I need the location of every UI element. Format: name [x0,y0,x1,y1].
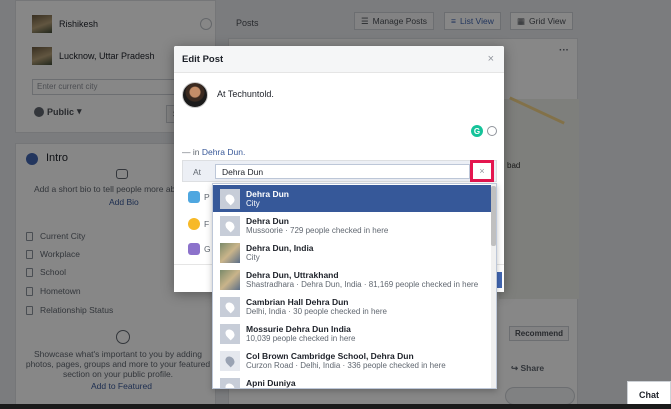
suggestion-name: Col Brown Cambridge School, Dehra Dun [246,351,414,361]
suggestion-detail: Curzon Road · Delhi, India · 336 people … [246,361,446,370]
suggestion-detail: City [246,199,260,208]
photo-icon [188,191,200,203]
dialog-title: Edit Post [182,54,224,65]
pin-icon [220,216,240,236]
suggestion-detail: City [246,253,260,262]
suggestion-item[interactable]: Col Brown Cambridge School, Dehra Dun Cur… [213,347,496,374]
tagged-location: — in Dehra Dun. [182,147,245,157]
place-photo-thumbnail [220,270,240,290]
suggestion-name: Cambrian Hall Dehra Dun [246,297,349,307]
dialog-header: Edit Post × [174,46,504,73]
suggestion-name: Dehra Dun, India [246,243,314,253]
gif-option[interactable]: G [188,243,211,255]
suggestion-item[interactable]: Cambrian Hall Dehra Dun Delhi, India · 30… [213,293,496,320]
suggestion-item[interactable]: Mossurie Dehra Dun India 10,039 people ch… [213,320,496,347]
avatar [182,82,208,108]
place-photo-thumbnail [220,243,240,263]
location-suggestions-dropdown: Dehra Dun City Dehra Dun Mussoorie · 729 p… [212,183,497,389]
location-row: At Dehra Dun [182,160,497,182]
feeling-icon [188,218,200,230]
location-search-input[interactable]: Dehra Dun [215,164,470,179]
feeling-option-label: F [204,219,210,229]
suggestion-detail: Mussoorie · 729 people checked in here [246,226,389,235]
suggestion-name: Dehra Dun [246,189,289,199]
grammarly-icon[interactable]: G [471,125,483,137]
suggestion-name: Dehra Dun [246,216,289,226]
gif-option-label: G [204,244,211,254]
at-label: At [193,167,202,177]
suggestion-item[interactable]: Apni Duniya [213,374,496,388]
suggestion-name: Dehra Dun, Uttrakhand [246,270,339,280]
pin-icon [220,378,240,388]
suggestion-item[interactable]: Dehra Dun City [213,185,496,212]
pin-icon [220,189,240,209]
photo-option[interactable]: P [188,191,210,203]
tagged-location-link[interactable]: Dehra Dun. [202,147,245,157]
suggestion-name: Mossurie Dehra Dun India [246,324,351,334]
suggestion-item[interactable]: Dehra Dun, Uttrakhand Shastradhara · Dehr… [213,266,496,293]
gif-icon [188,243,200,255]
post-text-editor[interactable]: At Techuntold. [217,89,274,99]
taskbar [0,404,671,409]
pin-icon [220,324,240,344]
emoji-icon[interactable] [487,126,497,136]
scrollbar[interactable] [491,184,496,388]
suggestion-detail: Delhi, India · 30 people checked in here [246,307,387,316]
suggestion-detail: 10,039 people checked in here [246,334,356,343]
school-icon [220,351,240,371]
feeling-option[interactable]: F [188,218,209,230]
photo-option-label: P [204,192,210,202]
clear-location-button[interactable]: × [470,160,494,182]
close-icon[interactable]: × [488,53,494,65]
tagged-location-prefix: — in [182,147,202,157]
pin-icon [220,297,240,317]
suggestion-detail: Shastradhara · Dehra Dun, India · 81,169… [246,280,479,289]
suggestion-item[interactable]: Dehra Dun Mussoorie · 729 people checked … [213,212,496,239]
suggestion-item[interactable]: Dehra Dun, India City [213,239,496,266]
scrollbar-thumb[interactable] [491,186,496,246]
suggestion-name: Apni Duniya [246,378,296,388]
